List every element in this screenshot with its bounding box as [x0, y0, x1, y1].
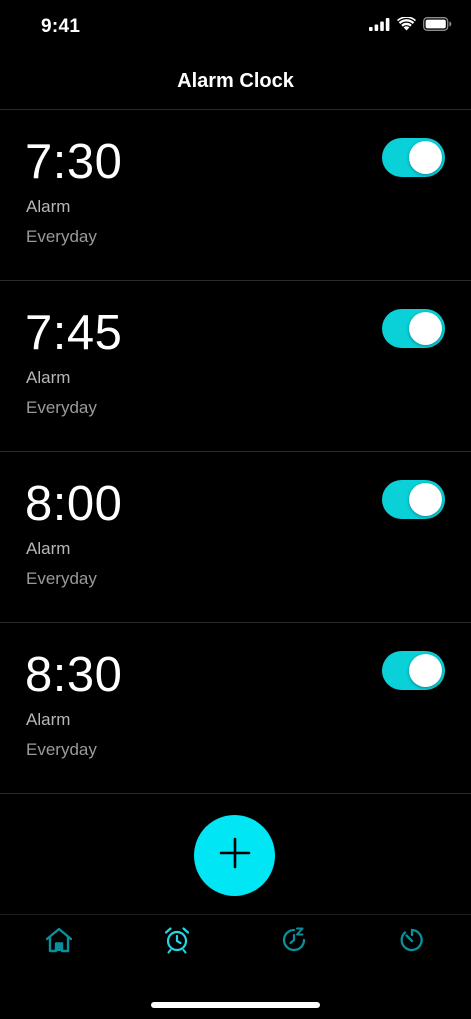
alarm-repeat: Everyday	[26, 227, 97, 246]
tab-alarm[interactable]	[118, 915, 236, 975]
alarm-label: Alarm	[26, 710, 71, 729]
alarm-row[interactable]: 7:45 Alarm Everyday	[0, 281, 471, 452]
alarm-time: 7:45	[25, 306, 123, 360]
alarm-label: Alarm	[26, 368, 71, 387]
alarm-time: 8:30	[25, 648, 123, 702]
alarm-toggle[interactable]	[382, 138, 445, 177]
alarm-time: 7:30	[25, 135, 123, 189]
plus-icon	[218, 836, 252, 875]
toggle-knob	[409, 654, 442, 687]
status-time: 9:41	[41, 16, 81, 37]
alarm-repeat: Everyday	[26, 398, 97, 417]
add-alarm-button[interactable]	[194, 815, 275, 896]
alarm-toggle[interactable]	[382, 480, 445, 519]
timer-icon	[398, 926, 426, 959]
sleep-timer-icon	[280, 926, 308, 959]
tab-sleep[interactable]	[236, 915, 354, 975]
page-title: Alarm Clock	[177, 70, 294, 92]
toggle-knob	[409, 141, 442, 174]
tab-home[interactable]	[0, 915, 118, 975]
alarm-label: Alarm	[26, 539, 71, 558]
alarm-clock-icon	[164, 926, 190, 959]
alarm-repeat: Everyday	[26, 569, 97, 588]
toggle-knob	[409, 312, 442, 345]
tab-timer[interactable]	[353, 915, 471, 975]
tab-bar	[0, 915, 471, 975]
alarm-repeat: Everyday	[26, 740, 97, 759]
alarm-list: 7:30 Alarm Everyday 7:45 Alarm Everyday …	[0, 110, 471, 794]
wifi-icon	[397, 17, 416, 31]
alarm-toggle[interactable]	[382, 309, 445, 348]
alarm-time: 8:00	[25, 477, 123, 531]
home-icon	[45, 927, 73, 958]
alarm-row[interactable]: 7:30 Alarm Everyday	[0, 110, 471, 281]
status-icons	[369, 17, 452, 31]
battery-icon	[423, 17, 452, 31]
toggle-knob	[409, 483, 442, 516]
cellular-signal-icon	[369, 17, 390, 31]
alarm-row[interactable]: 8:00 Alarm Everyday	[0, 452, 471, 623]
home-indicator	[151, 1002, 320, 1008]
alarm-label: Alarm	[26, 197, 71, 216]
alarm-row[interactable]: 8:30 Alarm Everyday	[0, 623, 471, 794]
status-bar: 9:41	[0, 0, 471, 56]
alarm-toggle[interactable]	[382, 651, 445, 690]
